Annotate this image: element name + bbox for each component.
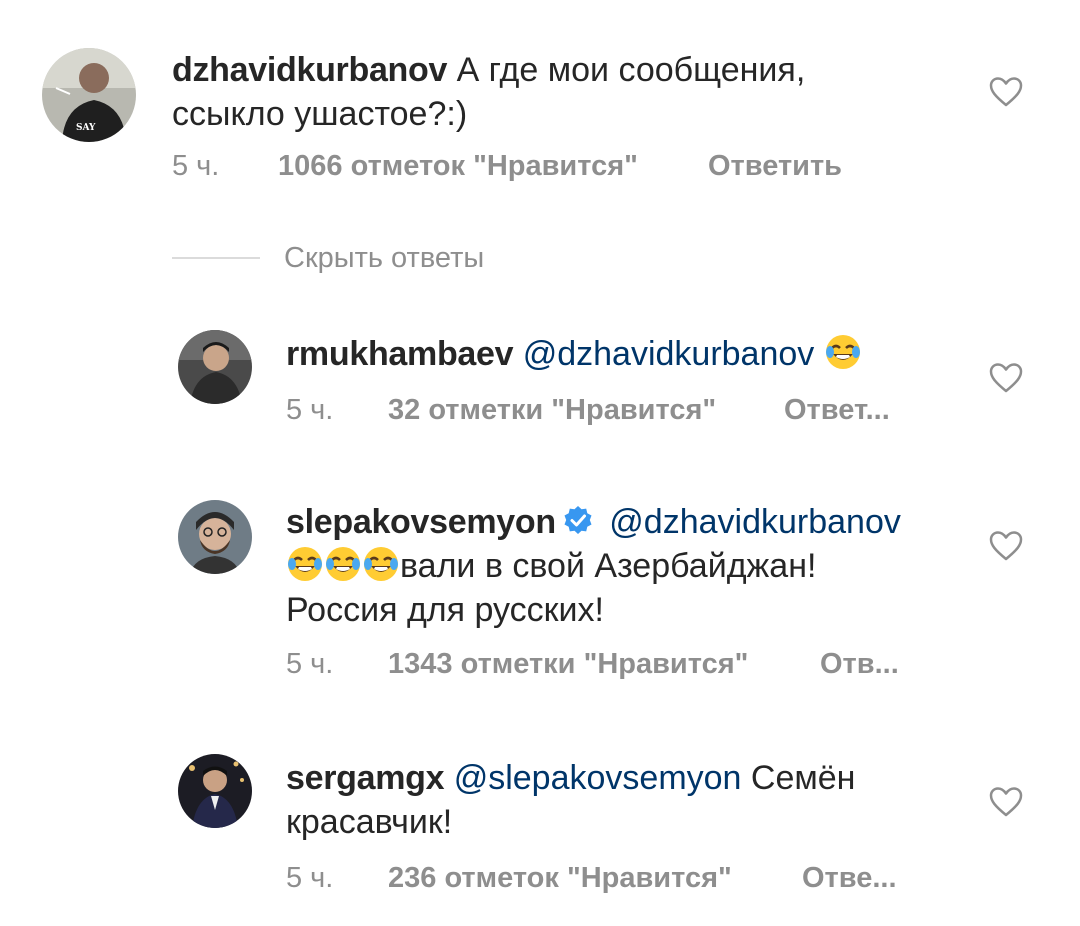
reply-body-line1: Семён bbox=[750, 759, 856, 797]
likes-count[interactable]: 32 отметки "Нравится" bbox=[388, 392, 784, 428]
reply-button[interactable]: Отве... bbox=[802, 860, 897, 896]
mention-link[interactable]: @slepakovsemyon bbox=[454, 759, 742, 797]
reply-text: sergamgx @slepakovsemyon Семён красавчик… bbox=[286, 756, 946, 844]
likes-count[interactable]: 1066 отметок "Нравится" bbox=[278, 148, 708, 184]
reply-text: rmukhambaev @dzhavidkurbanov bbox=[286, 332, 946, 376]
divider bbox=[172, 257, 260, 259]
mention-link[interactable]: @dzhavidkurbanov bbox=[609, 503, 901, 541]
verified-badge-icon bbox=[562, 505, 594, 537]
avatar-sergamgx[interactable] bbox=[178, 754, 252, 828]
username[interactable]: dzhavidkurbanov bbox=[172, 51, 447, 89]
reply-button[interactable]: Отв... bbox=[820, 646, 899, 682]
username[interactable]: rmukhambaev bbox=[286, 335, 514, 373]
tears-of-joy-emoji bbox=[286, 545, 324, 583]
avatar-slepakovsemyon[interactable] bbox=[178, 500, 252, 574]
reply-body-line1: вали в свой Азербайджан! bbox=[400, 547, 817, 585]
time-label: 5 ч. bbox=[286, 648, 334, 680]
tears-of-joy-emoji bbox=[824, 333, 862, 371]
likes-count[interactable]: 1343 отметки "Нравится" bbox=[388, 646, 820, 682]
reply-meta: 5 ч. 32 отметки "Нравится" Ответ... bbox=[286, 392, 890, 428]
svg-text:SAY: SAY bbox=[76, 123, 96, 133]
heart-icon[interactable] bbox=[989, 530, 1023, 562]
avatar-dzhavidkurbanov[interactable]: SAY bbox=[42, 48, 136, 142]
reply-button[interactable]: Ответ... bbox=[784, 392, 890, 428]
reply-body-line2: Россия для русских! bbox=[286, 591, 604, 629]
comment-body-line1: А где мои сообщения, bbox=[456, 51, 806, 89]
reply-meta: 5 ч. 236 отметок "Нравится" Отве... bbox=[286, 860, 897, 896]
time-label: 5 ч. bbox=[172, 150, 220, 182]
likes-count[interactable]: 236 отметок "Нравится" bbox=[388, 860, 802, 896]
reply-meta: 5 ч. 1343 отметки "Нравится" Отв... bbox=[286, 646, 899, 682]
hide-replies-label: Скрыть ответы bbox=[284, 241, 485, 274]
mention-link[interactable]: @dzhavidkurbanov bbox=[523, 335, 815, 373]
heart-icon[interactable] bbox=[989, 786, 1023, 818]
hide-replies-button[interactable]: Скрыть ответы bbox=[172, 240, 484, 276]
tears-of-joy-emoji bbox=[362, 545, 400, 583]
reply-button[interactable]: Ответить bbox=[708, 148, 842, 184]
reply-text: slepakovsemyon @dzhavidkurbanov вали в с… bbox=[286, 500, 966, 632]
heart-icon[interactable] bbox=[989, 362, 1023, 394]
username[interactable]: sergamgx bbox=[286, 759, 445, 797]
comment-body-line2: ссыкло ушастое?:) bbox=[172, 95, 468, 133]
avatar-rmukhambaev[interactable] bbox=[178, 330, 252, 404]
comment-meta: 5 ч. 1066 отметок "Нравится" Ответить bbox=[172, 148, 842, 184]
time-label: 5 ч. bbox=[286, 394, 334, 426]
tears-of-joy-emoji bbox=[324, 545, 362, 583]
time-label: 5 ч. bbox=[286, 862, 334, 894]
heart-icon[interactable] bbox=[989, 76, 1023, 108]
username[interactable]: slepakovsemyon bbox=[286, 503, 556, 541]
comment-text: dzhavidkurbanov А где мои сообщения, ссы… bbox=[172, 48, 932, 136]
reply-body-line2: красавчик! bbox=[286, 803, 453, 841]
